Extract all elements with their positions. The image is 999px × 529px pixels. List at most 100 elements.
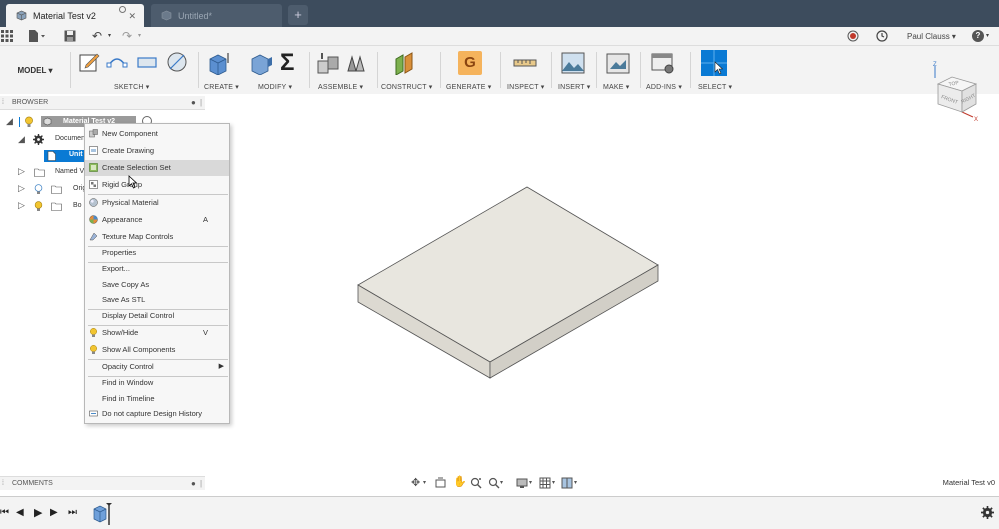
- insert-image-icon[interactable]: [561, 51, 585, 75]
- visibility-bulb-off-icon[interactable]: [34, 184, 43, 195]
- collapse-handle-icon[interactable]: ⁞: [2, 477, 4, 491]
- menu-item-new-component[interactable]: New Component: [85, 126, 229, 142]
- zoom-dropdown-icon[interactable]: ▾: [500, 479, 503, 486]
- viewcube[interactable]: TOP FRONT RIGHT Z X: [926, 60, 984, 122]
- make-menu[interactable]: MAKE ▾: [603, 83, 630, 91]
- addins-menu[interactable]: ADD-INS ▾: [646, 83, 682, 91]
- user-account-menu[interactable]: Paul Clauss ▾: [907, 30, 956, 43]
- menu-item-rigid-group[interactable]: Rigid Group: [85, 177, 229, 193]
- viewports-icon[interactable]: [561, 477, 573, 489]
- assemble-menu[interactable]: ASSEMBLE ▾: [318, 83, 363, 91]
- create-menu[interactable]: CREATE ▾: [204, 83, 239, 91]
- pan-hand-icon[interactable]: ✋: [453, 475, 467, 488]
- new-tab-button[interactable]: +: [288, 5, 308, 25]
- expand-triangle-icon[interactable]: ◢: [6, 116, 13, 127]
- expand-triangle-icon[interactable]: ▷: [18, 183, 25, 194]
- browser-options-icon[interactable]: ●: [191, 96, 196, 110]
- app-grid-icon[interactable]: [1, 30, 13, 42]
- inspect-menu[interactable]: INSPECT ▾: [507, 83, 544, 91]
- display-settings-icon[interactable]: [516, 477, 528, 489]
- scripts-icon[interactable]: [651, 51, 675, 75]
- press-pull-icon[interactable]: [250, 51, 274, 75]
- 3d-print-icon[interactable]: [606, 51, 630, 75]
- play-icon[interactable]: ▶: [34, 506, 42, 519]
- box-top-face[interactable]: [357, 186, 659, 363]
- redo-dropdown-icon[interactable]: ▾: [138, 30, 141, 43]
- undo-icon[interactable]: ↶: [92, 30, 102, 43]
- create-sketch-icon[interactable]: [78, 51, 100, 73]
- step-forward-icon[interactable]: ▶: [50, 507, 58, 518]
- add-comment-icon[interactable]: ●: [191, 477, 196, 491]
- menu-item-save-copy-as[interactable]: Save Copy As: [85, 277, 229, 293]
- browser-item-bodies[interactable]: ▷ Bo: [18, 200, 86, 213]
- menu-item-display-detail-control[interactable]: Display Detail Control: [85, 308, 229, 324]
- browser-item-document-settings[interactable]: ◢ Documen: [18, 134, 86, 146]
- sketch-arc-icon[interactable]: [106, 51, 128, 73]
- file-menu-icon[interactable]: [28, 30, 46, 42]
- grid-settings-icon[interactable]: [539, 477, 551, 489]
- expand-triangle-icon[interactable]: ◢: [18, 134, 25, 145]
- sketch-menu[interactable]: SKETCH ▾: [114, 83, 149, 91]
- insert-menu[interactable]: INSERT ▾: [558, 83, 590, 91]
- select-menu[interactable]: SELECT ▾: [698, 83, 732, 91]
- generate-menu[interactable]: GENERATE ▾: [446, 83, 491, 91]
- zoom-icon[interactable]: [470, 477, 482, 489]
- new-component-icon[interactable]: [316, 51, 340, 75]
- display-dropdown-icon[interactable]: ▾: [529, 479, 532, 486]
- menu-item-texture-map-controls[interactable]: Texture Map Controls: [85, 229, 229, 245]
- joint-icon[interactable]: [344, 51, 368, 75]
- menu-item-appearance[interactable]: Appearance A: [85, 212, 229, 228]
- job-status-clock-icon[interactable]: [876, 30, 888, 42]
- undo-dropdown-icon[interactable]: ▾: [108, 30, 111, 43]
- select-cursor-icon[interactable]: [701, 50, 727, 76]
- orbit-icon[interactable]: ✥: [411, 476, 420, 489]
- orbit-dropdown-icon[interactable]: ▾: [423, 479, 426, 486]
- menu-item-create-selection-set[interactable]: Create Selection Set: [85, 160, 229, 176]
- visibility-bulb-icon[interactable]: [34, 201, 43, 212]
- menu-item-export[interactable]: Export...: [85, 261, 229, 277]
- look-at-icon[interactable]: [435, 477, 446, 488]
- browser-item-units[interactable]: Unit: [44, 150, 86, 162]
- step-back-icon[interactable]: ◀: [16, 507, 24, 518]
- redo-icon[interactable]: ↷: [122, 30, 132, 43]
- sketch-rectangle-icon[interactable]: [136, 51, 158, 73]
- comments-panel-header[interactable]: ⁞ COMMENTS ● |: [0, 476, 205, 490]
- collapse-handle-icon[interactable]: ⁞: [2, 96, 4, 110]
- help-icon[interactable]: ?: [972, 30, 984, 42]
- extrude-icon[interactable]: [207, 51, 231, 75]
- workspace-switcher[interactable]: MODEL ▾: [6, 58, 64, 84]
- tab-material-test[interactable]: Material Test v2 ✕: [6, 4, 144, 27]
- menu-item-show-all-components[interactable]: Show All Components: [85, 342, 229, 358]
- menu-item-opacity-control[interactable]: Opacity Control ▶: [85, 359, 229, 375]
- menu-item-do-not-capture-history[interactable]: Do not capture Design History: [85, 406, 229, 422]
- fit-zoom-icon[interactable]: [488, 477, 500, 489]
- measure-icon[interactable]: [513, 51, 537, 75]
- go-to-end-icon[interactable]: ⏭: [68, 507, 77, 518]
- menu-item-find-in-timeline[interactable]: Find in Timeline: [85, 391, 229, 407]
- timeline-feature-icon[interactable]: [92, 503, 112, 525]
- menu-item-create-drawing[interactable]: Create Drawing: [85, 143, 229, 159]
- browser-item-named-views[interactable]: ▷ Named V: [18, 166, 86, 179]
- expand-triangle-icon[interactable]: ▷: [18, 166, 25, 177]
- browser-panel-header[interactable]: ⁞ BROWSER ● |: [0, 96, 205, 110]
- grid-dropdown-icon[interactable]: ▾: [552, 479, 555, 486]
- tab-untitled[interactable]: Untitled*: [151, 4, 282, 27]
- offset-plane-icon[interactable]: [393, 51, 417, 75]
- sketch-circle-icon[interactable]: [166, 51, 188, 73]
- 3d-model-box[interactable]: [355, 185, 661, 380]
- menu-item-properties[interactable]: Properties: [85, 245, 229, 261]
- go-to-start-icon[interactable]: ⏮: [0, 507, 9, 518]
- construct-menu[interactable]: CONSTRUCT ▾: [381, 83, 432, 91]
- timeline-settings-gear-icon[interactable]: [981, 506, 994, 519]
- menu-item-find-in-window[interactable]: Find in Window: [85, 375, 229, 391]
- record-icon[interactable]: [847, 30, 859, 42]
- menu-item-save-as-stl[interactable]: Save As STL: [85, 292, 229, 308]
- modify-menu[interactable]: MODIFY ▾: [258, 83, 292, 91]
- generative-design-icon[interactable]: G: [458, 51, 482, 75]
- viewports-dropdown-icon[interactable]: ▾: [574, 479, 577, 486]
- save-icon[interactable]: [64, 30, 76, 42]
- visibility-bulb-icon[interactable]: [24, 116, 34, 128]
- tab-close-icon[interactable]: ✕: [128, 11, 136, 22]
- help-dropdown-icon[interactable]: ▾: [986, 30, 989, 43]
- menu-item-physical-material[interactable]: Physical Material: [85, 195, 229, 211]
